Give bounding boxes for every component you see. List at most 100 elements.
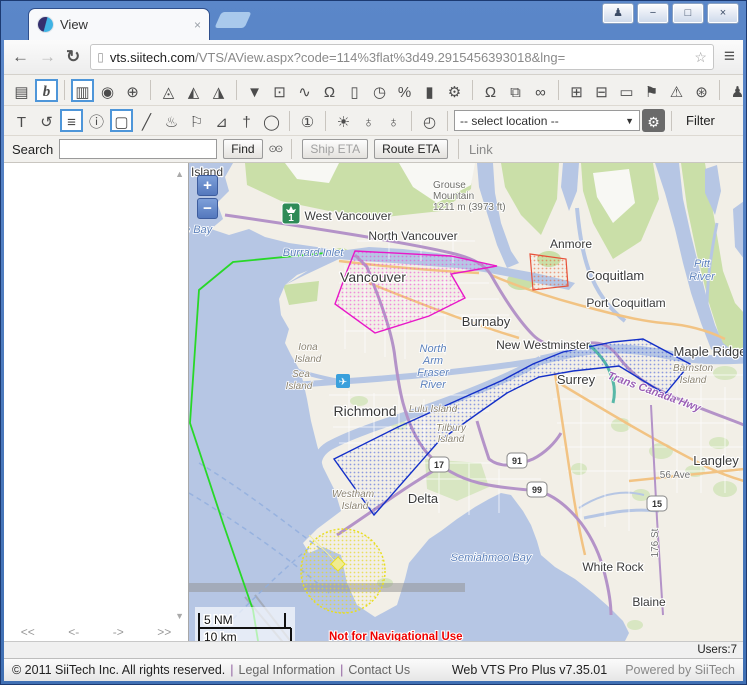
report-button[interactable]: ▯ xyxy=(343,79,366,102)
zone-red[interactable] xyxy=(529,253,569,291)
settings-gear-button[interactable]: ⚙ xyxy=(642,109,665,132)
page-next-button[interactable]: -> xyxy=(113,625,124,639)
link-label[interactable]: Link xyxy=(469,142,493,157)
zoom-out-button[interactable]: − xyxy=(197,198,218,219)
close-button[interactable]: × xyxy=(707,3,739,24)
message-button[interactable]: ▭ xyxy=(615,79,638,102)
gauge-button[interactable]: ◴ xyxy=(418,109,441,132)
svg-text:Port Coquitlam: Port Coquitlam xyxy=(586,296,665,310)
fuel-button[interactable]: ▮ xyxy=(418,79,441,102)
text-label-button[interactable]: T xyxy=(10,109,33,132)
active-alarm-button[interactable]: Ω xyxy=(479,79,502,102)
road-map-button[interactable]: ▥ xyxy=(71,78,94,102)
new-tab-button[interactable] xyxy=(214,12,252,28)
layers-button[interactable]: ▤ xyxy=(10,79,33,102)
globe-button[interactable]: ⊕ xyxy=(121,79,144,102)
page-first-button[interactable]: << xyxy=(21,625,35,639)
footer-bar: © 2011 SiiTech Inc. All rights reserved.… xyxy=(4,658,743,681)
back-icon[interactable]: ← xyxy=(12,47,29,67)
map-svg[interactable]: ✈ 1 17 91 99 15 Island Bay West Vancouve… xyxy=(189,163,743,641)
list-view-button[interactable]: ≡ xyxy=(60,109,83,132)
route-link-button[interactable]: % xyxy=(393,79,416,102)
ruler-button[interactable]: ╱ xyxy=(135,109,158,132)
hwy91-shield: 91 xyxy=(506,452,528,469)
title-bar: View × ♟ − □ × xyxy=(4,0,743,40)
ship-eta-button[interactable]: Ship ETA xyxy=(302,139,369,159)
search-input[interactable] xyxy=(59,139,218,159)
zoom-region-select-button[interactable]: ◭ xyxy=(182,79,205,102)
route-eta-button[interactable]: Route ETA xyxy=(374,139,448,159)
svg-text:Sea: Sea xyxy=(292,369,310,380)
map-disclaimer: Not for Navigational Use xyxy=(329,631,463,641)
page-prev-button[interactable]: <- xyxy=(68,625,79,639)
lamp-button[interactable]: ♁ xyxy=(382,109,405,132)
circle-region-button[interactable]: ◯ xyxy=(260,109,283,132)
profile-button[interactable]: ♟ xyxy=(602,3,634,24)
light-off-button[interactable]: ♁ xyxy=(357,109,380,132)
user-button[interactable]: ♟ xyxy=(726,79,747,102)
satellite-button[interactable]: ⊛ xyxy=(690,79,713,102)
marquee-select-button[interactable]: ⊡ xyxy=(268,79,291,102)
svg-text:15: 15 xyxy=(652,499,662,509)
scroll-up-icon[interactable]: ▲ xyxy=(175,169,184,179)
address-bar[interactable]: ▯ vts.siitech.com/VTS/AView.aspx?code=11… xyxy=(90,44,714,70)
bookmark-star-icon[interactable]: ☆ xyxy=(694,49,707,66)
binoculars-icon[interactable]: ⊙⊙ xyxy=(269,144,284,155)
voicemail-button[interactable]: ∞ xyxy=(529,79,552,102)
copy-report-button[interactable]: ⧉ xyxy=(504,79,527,102)
zoom-region-list-button[interactable]: ◮ xyxy=(207,79,230,102)
svg-text:White Rock: White Rock xyxy=(582,560,644,574)
location-select[interactable]: -- select location -- ▼ xyxy=(454,110,640,131)
browser-tab[interactable]: View × xyxy=(28,8,210,40)
find-button[interactable]: Find xyxy=(223,139,263,159)
svg-text:5 NM: 5 NM xyxy=(204,613,233,627)
svg-text:Blaine: Blaine xyxy=(632,595,666,609)
browser-navbar: ← → ↻ ▯ vts.siitech.com/VTS/AView.aspx?c… xyxy=(4,40,743,75)
pin-button[interactable]: † xyxy=(235,109,258,132)
scroll-down-icon[interactable]: ▼ xyxy=(175,611,184,621)
engine-button[interactable]: ⚙ xyxy=(443,79,466,102)
svg-text:Lulu Island: Lulu Island xyxy=(409,404,458,415)
signpost-button[interactable]: ⚐ xyxy=(185,109,208,132)
vessel-list-panel: ▲ ▼ << <- -> >> xyxy=(4,163,189,641)
svg-text:Semiahmoo Bay: Semiahmoo Bay xyxy=(451,552,533,564)
info-button[interactable]: ⓘ xyxy=(85,109,108,132)
svg-text:Island: Island xyxy=(438,434,465,445)
menu-icon[interactable]: ≡ xyxy=(724,46,735,68)
siitech-favicon xyxy=(37,16,54,33)
filter-label[interactable]: Filter xyxy=(686,113,715,128)
zoom-region-button[interactable]: ◬ xyxy=(157,79,180,102)
callout-button[interactable]: ▢ xyxy=(110,109,133,132)
alerts-bell-button[interactable]: Ω xyxy=(318,79,341,102)
zone-yellow-circle[interactable] xyxy=(300,528,386,614)
minimize-button[interactable]: − xyxy=(637,3,669,24)
weather-button[interactable]: ♨ xyxy=(160,109,183,132)
forward-icon[interactable]: → xyxy=(39,47,56,67)
outbox-button[interactable]: ⊟ xyxy=(590,79,613,102)
flag-button[interactable]: ⚑ xyxy=(640,79,663,102)
inbox-button[interactable]: ⊞ xyxy=(565,79,588,102)
history-clock-button[interactable]: ◷ xyxy=(368,79,391,102)
maximize-button[interactable]: □ xyxy=(672,3,704,24)
bing-maps-button[interactable]: b xyxy=(35,78,58,102)
contact-us-link[interactable]: Contact Us xyxy=(348,663,410,677)
refresh-icon[interactable]: ↻ xyxy=(66,47,80,67)
tab-close-icon[interactable]: × xyxy=(194,18,201,32)
page-number-button[interactable]: ① xyxy=(296,109,319,132)
hwy99-shield: 99 xyxy=(526,481,548,498)
svg-text:Arm: Arm xyxy=(422,355,443,367)
zoom-in-button[interactable]: + xyxy=(197,175,218,196)
filter-funnel-button[interactable]: ▼ xyxy=(243,79,266,102)
undo-button[interactable]: ↺ xyxy=(35,109,58,132)
warning-button[interactable]: ⚠ xyxy=(665,79,688,102)
svg-text:17: 17 xyxy=(434,460,444,470)
chart-button[interactable]: ⊿ xyxy=(210,109,233,132)
world-map-button[interactable]: ◉ xyxy=(96,79,119,102)
svg-text:North Vancouver: North Vancouver xyxy=(368,229,457,243)
map-canvas[interactable]: ✈ 1 17 91 99 15 Island Bay West Vancouve… xyxy=(189,163,743,641)
light-on-button[interactable]: ☀ xyxy=(332,109,355,132)
svg-text:Tilbury: Tilbury xyxy=(436,423,467,434)
page-last-button[interactable]: >> xyxy=(157,625,171,639)
route-polyline-button[interactable]: ∿ xyxy=(293,79,316,102)
legal-information-link[interactable]: Legal Information xyxy=(239,663,336,677)
